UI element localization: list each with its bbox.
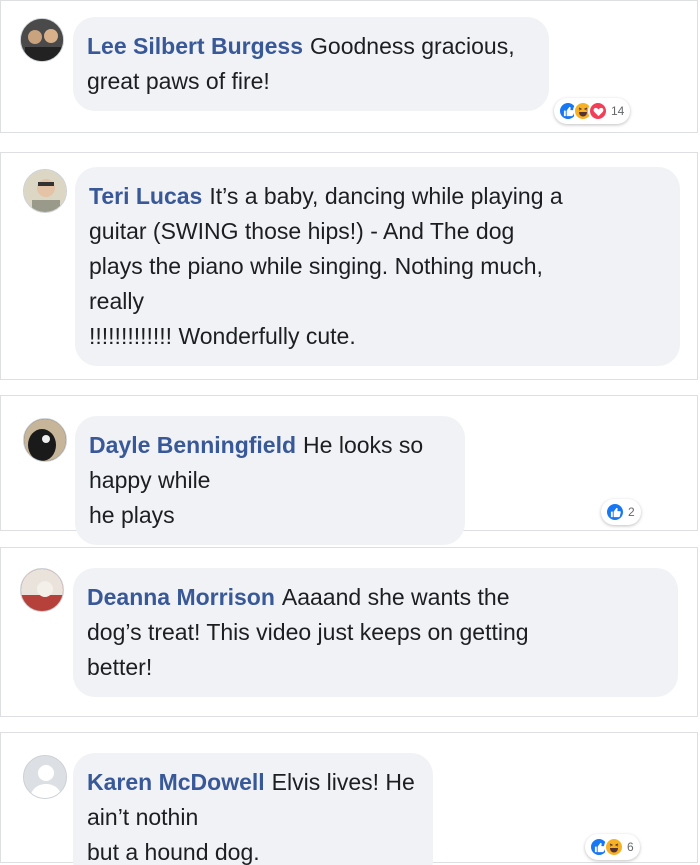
- profile-photo: [24, 419, 66, 461]
- comment-author[interactable]: Karen McDowell: [87, 769, 265, 795]
- reactions-summary[interactable]: 6: [585, 834, 640, 860]
- comment-bubble: Lee Silbert Burgess Goodness gracious, gr…: [73, 17, 549, 111]
- profile-photo: [21, 569, 63, 611]
- comment-bubble: Karen McDowell Elvis lives! He ain’t noth…: [73, 753, 433, 865]
- comment-card: Dayle Benningfield He looks so happy whil…: [0, 395, 698, 545]
- avatar[interactable]: [20, 568, 64, 612]
- default-avatar-icon: [24, 756, 66, 798]
- avatar[interactable]: [23, 755, 67, 799]
- comment-author[interactable]: Dayle Benningfield: [89, 432, 296, 458]
- like-icon: [605, 502, 625, 522]
- comment-card: Deanna Morrison Aaaand she wants the dog’…: [0, 547, 698, 717]
- avatar[interactable]: [23, 418, 67, 462]
- avatar[interactable]: [20, 18, 64, 62]
- reaction-count: 6: [627, 840, 634, 854]
- comment-card: Teri Lucas It’s a baby, dancing while pla…: [0, 152, 698, 380]
- reactions-summary[interactable]: 2: [601, 499, 641, 525]
- reactions-summary[interactable]: 14: [554, 98, 631, 124]
- comment-bubble: Teri Lucas It’s a baby, dancing while pla…: [75, 167, 680, 366]
- avatar[interactable]: [23, 169, 67, 213]
- comment-card: Lee Silbert Burgess Goodness gracious, gr…: [0, 0, 698, 133]
- comment-author[interactable]: Deanna Morrison: [87, 584, 275, 610]
- comment-bubble: Deanna Morrison Aaaand she wants the dog’…: [73, 568, 678, 697]
- reaction-count: 14: [611, 104, 625, 118]
- love-icon: [588, 101, 608, 121]
- profile-photo: [24, 170, 66, 212]
- profile-photo: [21, 19, 63, 61]
- comment-author[interactable]: Teri Lucas: [89, 183, 202, 209]
- haha-icon: [604, 837, 624, 857]
- comment-bubble: Dayle Benningfield He looks so happy whil…: [75, 416, 465, 545]
- comment-author[interactable]: Lee Silbert Burgess: [87, 33, 303, 59]
- reaction-count: 2: [628, 505, 635, 519]
- comment-card: Karen McDowell Elvis lives! He ain’t noth…: [0, 732, 698, 865]
